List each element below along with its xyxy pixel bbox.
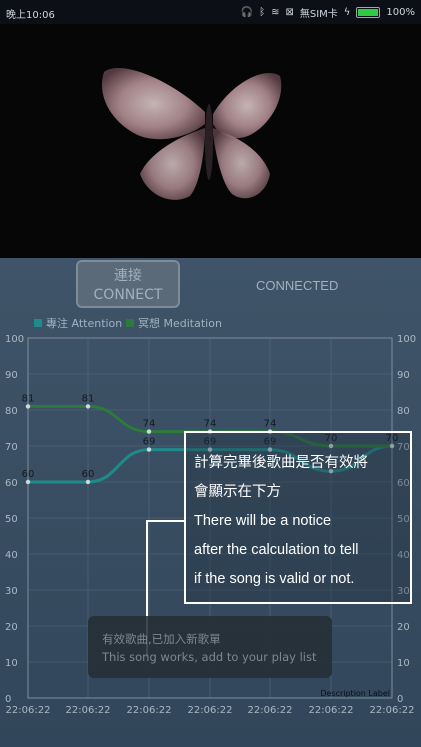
y-tick-right: 100	[397, 334, 416, 345]
headphones-icon: 🎧	[240, 7, 254, 18]
y-tick-right: 10	[397, 658, 410, 669]
data-label: 60	[22, 469, 35, 480]
connect-button[interactable]: 連接 CONNECT	[76, 260, 180, 308]
data-point	[146, 447, 152, 452]
y-tick-right: 90	[397, 370, 410, 381]
notice-line: 計算完畢後歌曲是否有效將	[194, 455, 368, 471]
y-tick-left: 10	[5, 658, 18, 669]
data-point	[146, 429, 152, 434]
x-tick: 22:06:22	[248, 705, 293, 716]
toast-message: 有效歌曲,已加入新歌單 This song works, add to your…	[88, 616, 332, 678]
callout-pointer	[146, 520, 184, 522]
y-tick-right: 80	[397, 406, 410, 417]
x-tick: 22:06:22	[66, 705, 111, 716]
bluetooth-icon: ᛒ	[259, 7, 266, 18]
status-time: 晚上10:06	[6, 10, 55, 21]
y-tick-left: 60	[5, 478, 18, 489]
data-label: 81	[22, 393, 35, 404]
x-tick: 22:06:22	[370, 705, 415, 716]
legend-label: 專注 Attention	[46, 316, 122, 330]
y-tick-left: 100	[5, 334, 24, 345]
y-tick-left: 0	[5, 694, 11, 705]
y-tick-right: 20	[397, 622, 410, 633]
y-tick-right: 0	[397, 694, 403, 705]
data-label: 74	[264, 419, 277, 430]
y-tick-left: 50	[5, 514, 18, 525]
y-tick-left: 80	[5, 406, 18, 417]
sim-status: 無SIM卡	[299, 9, 338, 20]
data-label: 74	[204, 419, 217, 430]
x-tick: 22:06:22	[127, 705, 172, 716]
y-tick-left: 70	[5, 442, 18, 453]
toast-line-zh: 有效歌曲,已加入新歌單	[102, 632, 221, 646]
legend-swatch	[34, 319, 42, 327]
toast-line-en: This song works, add to your play list	[102, 650, 317, 664]
hero-image	[0, 24, 421, 258]
data-point	[85, 479, 91, 485]
data-label: 60	[82, 469, 95, 480]
connection-status: CONNECTED	[256, 278, 339, 293]
sim-icon: ⊠	[285, 7, 294, 18]
legend-swatch	[126, 319, 134, 327]
connect-label-zh: 連接	[114, 268, 142, 284]
notice-line: after the calculation to tell	[194, 542, 359, 558]
notice-line: There will be a notice	[194, 513, 332, 529]
charging-icon: ϟ	[343, 7, 351, 18]
description-label: Description Label	[320, 689, 390, 698]
data-label: 74	[143, 419, 156, 430]
notice-line: if the song is valid or not.	[194, 571, 355, 587]
data-point	[85, 404, 91, 409]
x-tick: 22:06:22	[6, 705, 51, 716]
data-point	[25, 479, 31, 485]
y-tick-left: 30	[5, 586, 18, 597]
notice-callout: 計算完畢後歌曲是否有效將 會顯示在下方 There will be a noti…	[184, 431, 412, 604]
data-point	[25, 404, 31, 409]
connect-label-en: CONNECT	[93, 287, 163, 303]
data-label: 81	[82, 393, 95, 404]
legend-label: 冥想 Meditation	[138, 316, 222, 330]
status-bar: 晚上10:06 🎧 ᛒ ≋ ⊠ 無SIM卡 ϟ 100%	[0, 0, 421, 24]
x-tick: 22:06:22	[309, 705, 354, 716]
y-tick-left: 40	[5, 550, 18, 561]
butterfly-image	[101, 67, 282, 200]
data-label: 69	[143, 437, 156, 448]
battery-percent: 100%	[386, 7, 415, 18]
battery-icon	[356, 7, 381, 18]
notice-line: 會顯示在下方	[194, 484, 281, 500]
wifi-icon: ≋	[271, 7, 280, 18]
y-tick-left: 90	[5, 370, 18, 381]
x-tick: 22:06:22	[188, 705, 233, 716]
y-tick-left: 20	[5, 622, 18, 633]
